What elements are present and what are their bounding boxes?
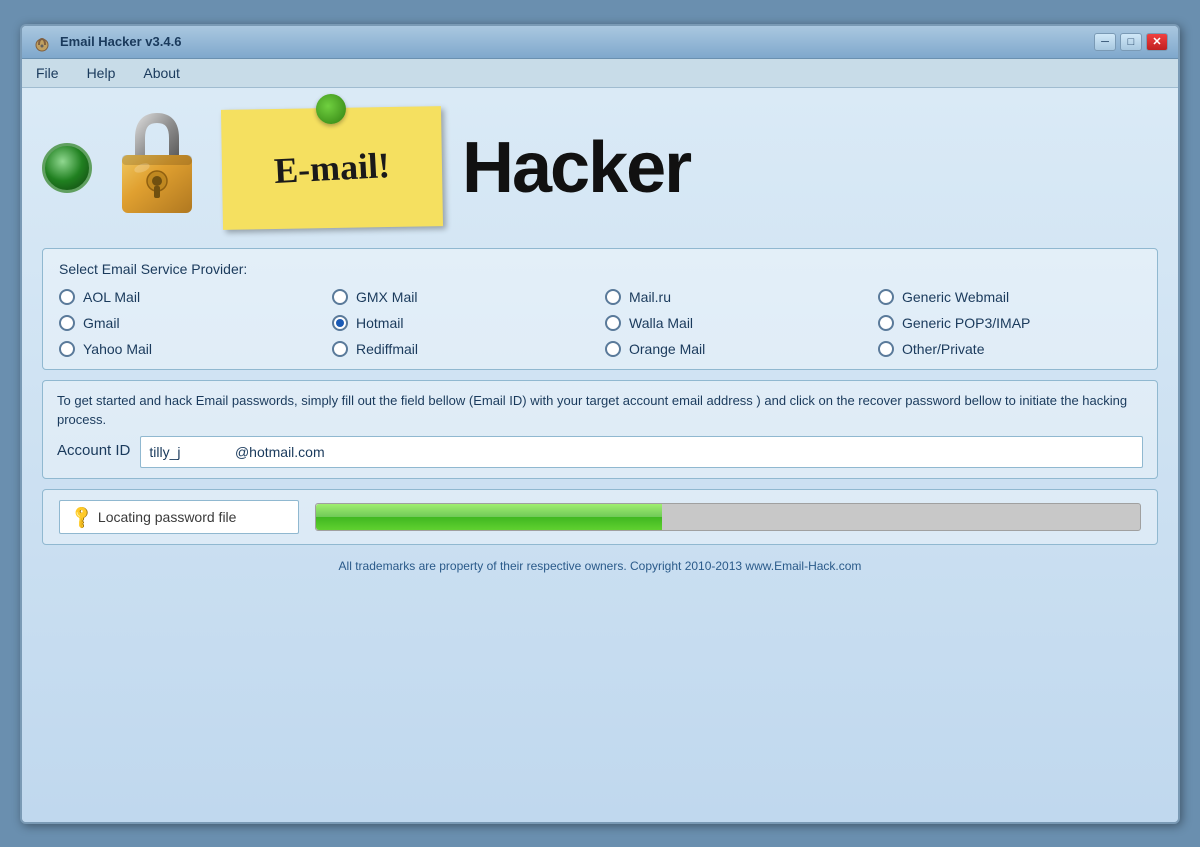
email-note-text: E-mail! <box>273 143 391 191</box>
radio-label-hotmail: Hotmail <box>356 315 403 331</box>
radio-orange[interactable]: Orange Mail <box>605 341 868 357</box>
radio-label-orange: Orange Mail <box>629 341 705 357</box>
radio-label-generic-web: Generic Webmail <box>902 289 1009 305</box>
close-button[interactable]: ✕ <box>1146 33 1168 51</box>
app-window: Email Hacker v3.4.6 ─ □ ✕ File Help Abou… <box>20 24 1180 824</box>
radio-circle-hotmail <box>332 315 348 331</box>
account-row: Account ID <box>57 436 1143 468</box>
radio-label-other: Other/Private <box>902 341 984 357</box>
menu-about[interactable]: About <box>139 63 184 83</box>
padlock-icon <box>112 113 202 223</box>
radio-label-mailru: Mail.ru <box>629 289 671 305</box>
radio-label-generic-pop3: Generic POP3/IMAP <box>902 315 1030 331</box>
menu-help[interactable]: Help <box>83 63 120 83</box>
radio-circle-gmail <box>59 315 75 331</box>
radio-label-gmail: Gmail <box>83 315 120 331</box>
status-text: Locating password file <box>98 509 237 525</box>
radio-gmx[interactable]: GMX Mail <box>332 289 595 305</box>
progress-bar-fill <box>316 504 662 530</box>
key-icon: 🔑 <box>68 502 96 530</box>
account-label: Account ID <box>57 440 130 463</box>
radio-circle-generic-web <box>878 289 894 305</box>
menu-bar: File Help About <box>22 59 1178 88</box>
spinner-icon <box>42 143 92 193</box>
maximize-button[interactable]: □ <box>1120 33 1142 51</box>
radio-label-rediff: Rediffmail <box>356 341 418 357</box>
app-icon <box>32 32 52 52</box>
window-title: Email Hacker v3.4.6 <box>60 34 181 49</box>
radio-yahoo[interactable]: Yahoo Mail <box>59 341 322 357</box>
title-bar-left: Email Hacker v3.4.6 <box>32 32 181 52</box>
content-area: E-mail! Hacker Select Email Service Prov… <box>22 88 1178 822</box>
info-text: To get started and hack Email passwords,… <box>57 391 1143 430</box>
radio-rediff[interactable]: Rediffmail <box>332 341 595 357</box>
radio-walla[interactable]: Walla Mail <box>605 315 868 331</box>
radio-label-aol: AOL Mail <box>83 289 140 305</box>
info-panel: To get started and hack Email passwords,… <box>42 380 1158 479</box>
radio-mailru[interactable]: Mail.ru <box>605 289 868 305</box>
radio-circle-aol <box>59 289 75 305</box>
app-hacker-title: Hacker <box>462 127 690 209</box>
footer-text: All trademarks are property of their res… <box>42 555 1158 577</box>
radio-circle-generic-pop3 <box>878 315 894 331</box>
header-section: E-mail! Hacker <box>42 98 1158 238</box>
menu-file[interactable]: File <box>32 63 63 83</box>
radio-other[interactable]: Other/Private <box>878 341 1141 357</box>
radio-label-walla: Walla Mail <box>629 315 693 331</box>
radio-circle-gmx <box>332 289 348 305</box>
minimize-button[interactable]: ─ <box>1094 33 1116 51</box>
provider-panel: Select Email Service Provider: AOL Mail … <box>42 248 1158 370</box>
radio-generic-pop3[interactable]: Generic POP3/IMAP <box>878 315 1141 331</box>
account-input[interactable] <box>140 436 1143 468</box>
radio-label-yahoo: Yahoo Mail <box>83 341 152 357</box>
radio-circle-rediff <box>332 341 348 357</box>
radio-gmail[interactable]: Gmail <box>59 315 322 331</box>
radio-circle-other <box>878 341 894 357</box>
radio-grid: AOL Mail GMX Mail Mail.ru Generic Webmai… <box>59 289 1141 357</box>
progress-section: 🔑 Locating password file <box>42 489 1158 545</box>
status-box: 🔑 Locating password file <box>59 500 299 534</box>
radio-circle-orange <box>605 341 621 357</box>
provider-label: Select Email Service Provider: <box>59 261 1141 277</box>
radio-circle-mailru <box>605 289 621 305</box>
title-bar-buttons: ─ □ ✕ <box>1094 33 1168 51</box>
radio-circle-walla <box>605 315 621 331</box>
radio-hotmail[interactable]: Hotmail <box>332 315 595 331</box>
progress-bar-container <box>315 503 1141 531</box>
radio-generic-web[interactable]: Generic Webmail <box>878 289 1141 305</box>
radio-circle-yahoo <box>59 341 75 357</box>
email-note: E-mail! <box>221 106 443 230</box>
radio-aol[interactable]: AOL Mail <box>59 289 322 305</box>
title-bar: Email Hacker v3.4.6 ─ □ ✕ <box>22 26 1178 59</box>
radio-label-gmx: GMX Mail <box>356 289 417 305</box>
